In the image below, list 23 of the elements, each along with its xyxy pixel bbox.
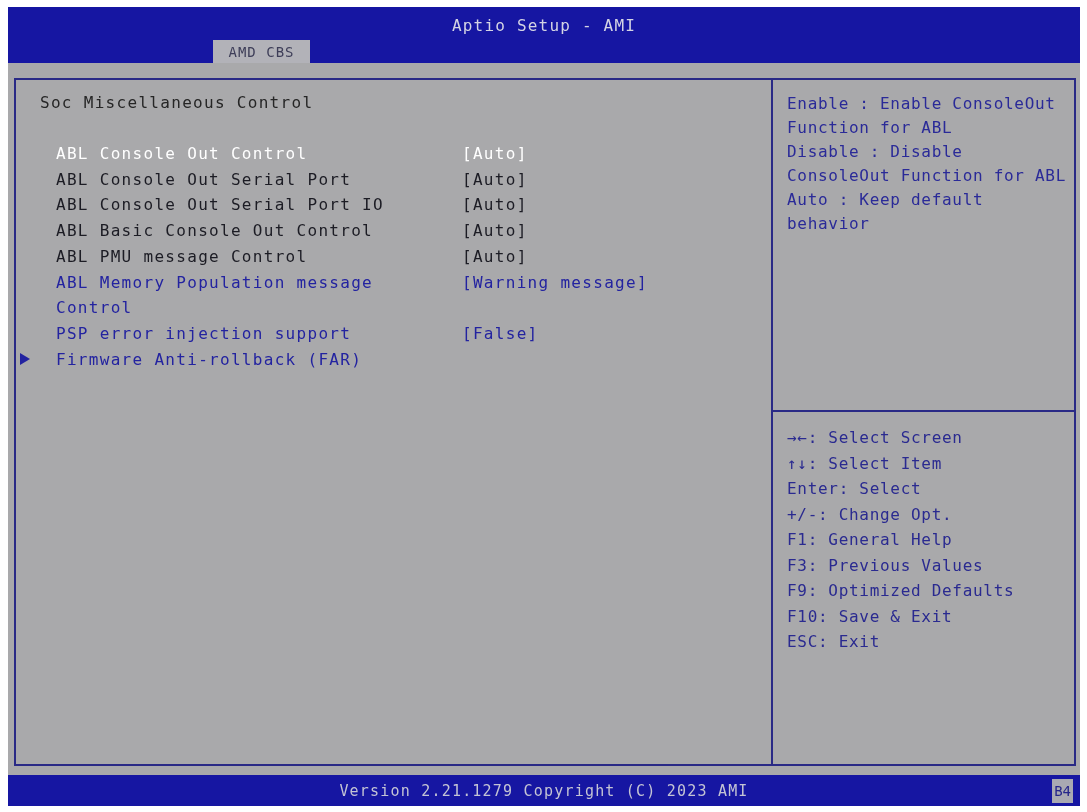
key-hint: F3: Previous Values <box>787 554 985 577</box>
key-hint: F9: Optimized Defaults <box>787 580 1016 602</box>
key-hint: +/-: Change Opt. <box>787 503 954 526</box>
setting-label[interactable]: PSP error injection support <box>56 320 446 347</box>
key-hint: ESC: Exit <box>787 631 881 653</box>
submenu-arrow-icon <box>20 353 30 366</box>
tab[interactable]: AMD CBS <box>213 40 310 63</box>
window-title: Aptio Setup - AMI <box>450 15 638 36</box>
page-title: Soc Miscellaneous Control <box>39 92 315 114</box>
key-hint: ↑↓: Select Item <box>787 452 943 475</box>
key-hint: Enter: Select <box>787 478 923 500</box>
setting-value[interactable]: [False] <box>462 320 771 347</box>
key-hint: →←: Select Screen <box>787 427 964 449</box>
version-text: Version 2.21.1279 Copyright (C) 2023 AMI <box>339 781 749 800</box>
setting-label[interactable]: Firmware Anti-rollback (FAR) <box>56 346 446 373</box>
help-text: Enable : Enable ConsoleOut Function for ABL <box>787 93 1057 139</box>
help-text: Disable : Disable ConsoleOut Function for ABL <box>787 141 1067 187</box>
help-text: Auto : Keep default behavior <box>787 189 985 235</box>
key-hint: F10: Save & Exit <box>787 605 954 628</box>
setting-label[interactable]: ABL Memory Population message Control <box>56 269 446 321</box>
setting-value[interactable]: [Warning message] <box>462 269 771 296</box>
post-code: B4 <box>1052 778 1073 803</box>
key-hint: F1: General Help <box>787 529 954 551</box>
